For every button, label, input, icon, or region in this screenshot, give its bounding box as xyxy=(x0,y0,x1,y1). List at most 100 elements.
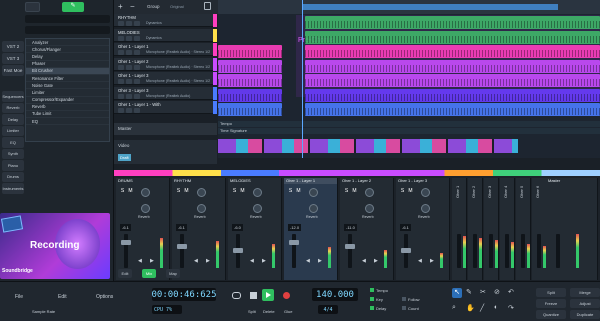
track-lane[interactable] xyxy=(218,74,600,87)
fx-item[interactable]: Analyzer xyxy=(26,39,109,47)
edit-button[interactable]: Duplicate xyxy=(570,310,600,319)
fx-item[interactable]: Delay xyxy=(26,53,109,61)
edit-button[interactable]: Merge xyxy=(570,288,600,297)
send-knob[interactable] xyxy=(197,204,206,213)
mute-button[interactable]: M xyxy=(295,188,302,195)
fx-item[interactable]: Limiter xyxy=(26,89,109,97)
video-track[interactable]: Video Draft xyxy=(114,140,217,164)
track-lane[interactable] xyxy=(218,88,600,102)
mute-button[interactable]: M xyxy=(239,188,246,195)
pencil-tool-icon[interactable]: ✎ xyxy=(466,288,472,296)
track-header[interactable]: RHYTHM Dynamics xyxy=(114,14,217,27)
record-icon[interactable] xyxy=(283,292,290,299)
audio-clip[interactable] xyxy=(305,74,600,87)
track-header[interactable]: Oher 1 - Layer 1 - With xyxy=(114,101,217,114)
video-thumbnails[interactable] xyxy=(218,139,518,153)
mute-icon[interactable] xyxy=(118,108,124,113)
pan-knob[interactable] xyxy=(141,188,150,197)
master-track[interactable]: Master xyxy=(114,123,217,135)
track-lane[interactable] xyxy=(218,45,600,58)
mute-icon[interactable] xyxy=(118,21,124,26)
category-button[interactable]: Reverb xyxy=(2,102,24,113)
solo-icon[interactable] xyxy=(126,108,132,113)
mute-button[interactable]: M xyxy=(407,188,414,195)
mixer-mix-button[interactable]: Mix xyxy=(142,269,156,278)
tempo-lane[interactable]: Tempo xyxy=(218,121,600,127)
remove-track-icon[interactable]: − xyxy=(130,2,135,11)
solo-icon[interactable] xyxy=(126,93,132,99)
time-display[interactable]: 00:00:46:625 xyxy=(151,288,217,301)
track-lane[interactable] xyxy=(218,30,600,44)
audio-clip[interactable] xyxy=(305,30,600,44)
count-toggle[interactable]: Count xyxy=(402,306,419,311)
record-arm-icon[interactable] xyxy=(134,50,140,55)
menu-file[interactable]: File xyxy=(15,294,23,300)
delete-button[interactable]: Delete xyxy=(263,309,275,314)
volume-fader[interactable] xyxy=(457,234,461,268)
mute-icon[interactable] xyxy=(118,50,124,55)
edit-button[interactable]: Split xyxy=(536,288,566,297)
loop-region[interactable] xyxy=(303,4,558,10)
mouse-tool-icon[interactable]: ◐ xyxy=(494,304,498,311)
edit-button[interactable]: Adjust xyxy=(570,299,600,308)
arrange-view[interactable]: Pre-Chorus Tempo Time Signature xyxy=(218,0,600,158)
tab-fast[interactable]: Fast Moe xyxy=(2,65,24,76)
playhead[interactable] xyxy=(302,0,303,158)
pan-knob[interactable] xyxy=(197,188,206,197)
category-button[interactable]: Sequencers xyxy=(2,91,24,102)
delay-toggle[interactable]: Delay xyxy=(370,306,386,311)
mute-icon[interactable] xyxy=(118,79,124,84)
audio-clip[interactable] xyxy=(305,16,600,29)
edit-tab-button[interactable]: ✎ xyxy=(62,2,84,12)
signature-display[interactable]: 4/4 xyxy=(318,305,338,314)
next-insert-icon[interactable]: ▶ xyxy=(430,258,434,264)
edit-button[interactable]: Freeze xyxy=(536,299,566,308)
pan-knob[interactable] xyxy=(309,188,318,197)
audio-clip[interactable] xyxy=(218,103,282,116)
track-header[interactable]: Oher 3 - Layer 3 Microphone (Realtek Audi… xyxy=(114,86,217,100)
audio-clip[interactable] xyxy=(218,59,282,73)
filter-field[interactable] xyxy=(25,26,110,34)
category-button[interactable]: Instruments xyxy=(2,183,24,194)
solo-icon[interactable] xyxy=(126,21,132,26)
group-label[interactable]: Group xyxy=(147,4,160,9)
stop-icon[interactable] xyxy=(250,292,257,299)
bpm-display[interactable]: 140.000 xyxy=(312,288,358,301)
browser-tab-button[interactable] xyxy=(25,2,40,12)
next-insert-icon[interactable]: ▶ xyxy=(374,258,378,264)
tempo-toggle[interactable]: Tempo xyxy=(370,288,388,293)
volume-fader[interactable] xyxy=(505,234,509,268)
send-knob[interactable] xyxy=(421,204,430,213)
category-button[interactable]: Drums xyxy=(2,171,24,182)
audio-clip[interactable] xyxy=(218,45,282,58)
tab-vst3[interactable]: VST 3 xyxy=(2,53,24,64)
audio-clip[interactable] xyxy=(305,59,600,73)
volume-fader[interactable] xyxy=(348,234,352,268)
category-button[interactable]: EQ xyxy=(2,137,24,148)
audio-clip[interactable] xyxy=(305,88,600,102)
record-arm-icon[interactable] xyxy=(134,108,140,113)
record-arm-icon[interactable] xyxy=(134,64,140,70)
solo-button[interactable]: S xyxy=(175,188,182,195)
track-lane[interactable] xyxy=(218,16,600,29)
record-arm-icon[interactable] xyxy=(134,35,140,41)
menu-edit[interactable]: Edit xyxy=(58,294,67,300)
send-knob[interactable] xyxy=(253,204,262,213)
fx-item[interactable]: Reverb xyxy=(26,104,109,111)
solo-icon[interactable] xyxy=(126,64,132,70)
fader-cap[interactable] xyxy=(289,240,299,245)
track-lane[interactable] xyxy=(218,103,600,116)
record-arm-icon[interactable] xyxy=(134,21,140,26)
mute-button[interactable]: M xyxy=(351,188,358,195)
edit-button[interactable]: Quantize xyxy=(536,310,566,319)
next-insert-icon[interactable]: ▶ xyxy=(150,258,154,264)
fx-item[interactable]: Bit Crusher xyxy=(26,67,109,75)
cut-tool-icon[interactable]: ✂ xyxy=(480,288,486,296)
mute-icon[interactable] xyxy=(118,35,124,41)
solo-button[interactable]: S xyxy=(231,188,238,195)
prev-insert-icon[interactable]: ◀ xyxy=(418,258,422,264)
fx-item[interactable]: Phaser xyxy=(26,61,109,68)
mute-icon[interactable] xyxy=(118,93,124,99)
hand-tool-icon[interactable]: ✋ xyxy=(466,304,475,312)
solo-button[interactable]: S xyxy=(399,188,406,195)
